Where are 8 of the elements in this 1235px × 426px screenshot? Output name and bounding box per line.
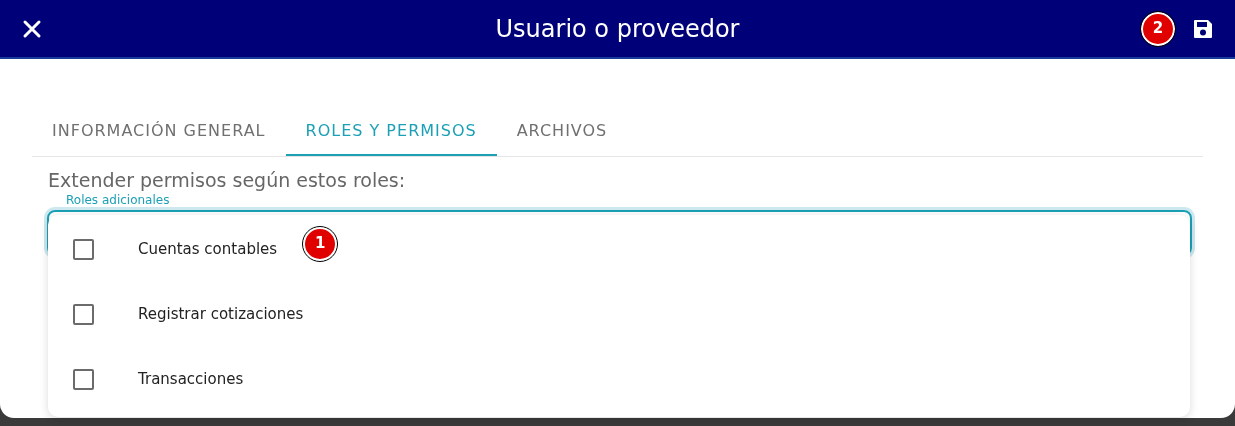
field-label: Roles adicionales	[66, 193, 170, 207]
dialog-title: Usuario o proveedor	[495, 13, 740, 45]
option-label: Registrar cotizaciones	[138, 304, 304, 326]
marker-badge: 1	[303, 226, 338, 261]
section-label: Extender permisos según estos roles:	[48, 168, 407, 193]
option-label: Transacciones	[138, 369, 244, 391]
marker-badge: 2	[1141, 11, 1175, 46]
option-label: Cuentas contables	[138, 239, 278, 261]
